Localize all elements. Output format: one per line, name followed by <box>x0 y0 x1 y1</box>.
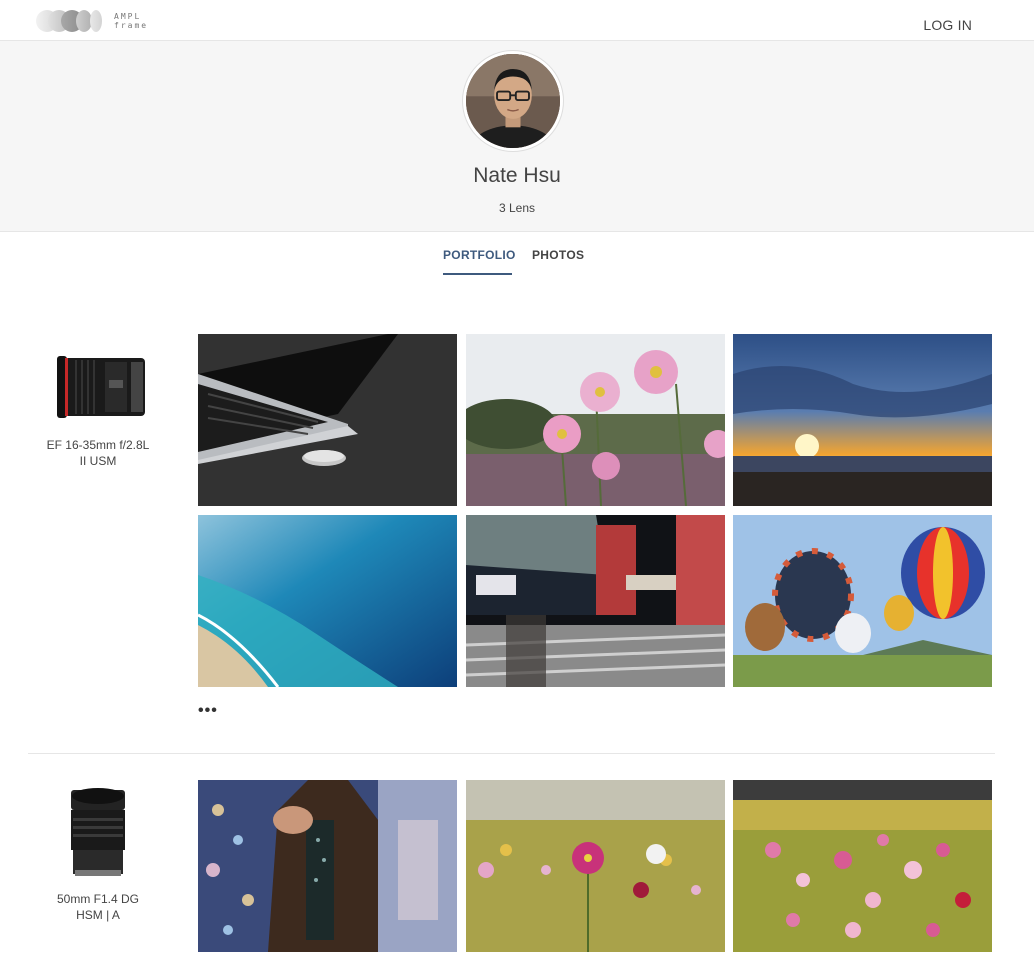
top-navigation-bar: AMPL frame LOG IN <box>0 0 1034 41</box>
lens-name: 50mm F1.4 DG HSM | A <box>28 891 168 923</box>
more-photos-button[interactable]: ••• <box>198 702 218 720</box>
lens-50mm-icon <box>71 788 125 876</box>
profile-name: Nate Hsu <box>473 164 561 187</box>
avatar <box>463 51 563 151</box>
photo-woman-in-coat-with-lights[interactable] <box>198 780 457 952</box>
lens-16-35-icon <box>57 356 145 418</box>
photo-pink-cosmos-flowers[interactable] <box>466 334 725 506</box>
logo-lens-mark-icon <box>36 8 106 34</box>
photo-laptop-and-coin[interactable] <box>198 334 457 506</box>
profile-header: Nate Hsu 3 Lens <box>0 41 1034 232</box>
section-divider <box>28 753 995 754</box>
avatar-portrait-image <box>466 54 560 148</box>
photo-cosmos-field-yellow[interactable] <box>466 780 725 952</box>
lens-name: EF 16-35mm f/2.8L II USM <box>28 437 168 469</box>
lens-count: 3 Lens <box>498 201 536 215</box>
lens-name-line2: II USM <box>79 454 117 468</box>
photo-sunset-over-sea[interactable] <box>733 334 992 506</box>
profile-tabs: PORTFOLIO PHOTOS <box>0 232 1034 292</box>
lens-item[interactable]: 50mm F1.4 DG HSM | A <box>28 784 168 923</box>
photo-turquoise-ocean-aerial[interactable] <box>198 515 457 687</box>
lens-name-line1: 50mm F1.4 DG <box>56 892 140 906</box>
photo-cosmos-field-pink[interactable] <box>733 780 992 952</box>
lens-name-line1: EF 16-35mm f/2.8L <box>46 438 150 452</box>
photo-hot-air-balloons[interactable] <box>733 515 992 687</box>
login-link[interactable]: LOG IN <box>923 17 972 33</box>
lens-item[interactable]: EF 16-35mm f/2.8L II USM <box>28 350 168 469</box>
tab-portfolio[interactable]: PORTFOLIO <box>443 248 515 275</box>
logo-text: AMPL frame <box>114 12 148 30</box>
ampl-frame-logo[interactable]: AMPL frame <box>36 8 148 34</box>
logo-text-line1: AMPL <box>114 12 142 21</box>
tab-photos[interactable]: PHOTOS <box>532 248 584 262</box>
logo-text-line2: frame <box>114 21 149 30</box>
photo-night-street-scene[interactable] <box>466 515 725 687</box>
lens-name-line2: HSM | A <box>76 908 120 922</box>
